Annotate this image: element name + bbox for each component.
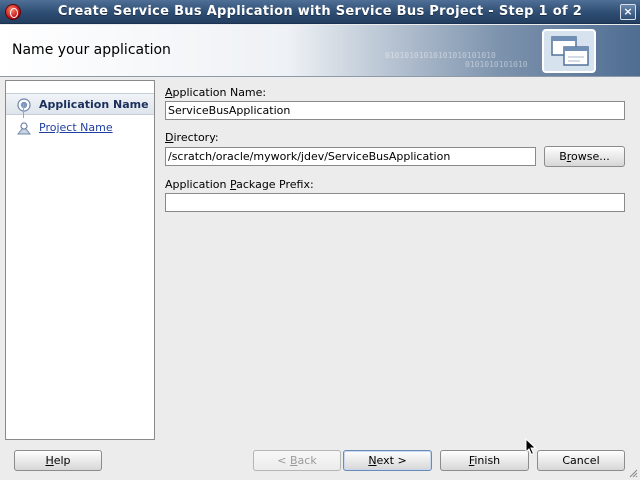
package-prefix-label: Application Package Prefix: xyxy=(165,178,314,191)
cancel-button[interactable]: Cancel xyxy=(537,450,625,471)
wizard-header: Name your application 010101010101010101… xyxy=(0,25,640,77)
directory-input[interactable] xyxy=(165,147,536,166)
browse-button[interactable]: Browse... xyxy=(544,146,625,167)
package-prefix-input[interactable] xyxy=(165,193,625,212)
nav-connector xyxy=(23,104,24,118)
nav-step-application-name[interactable]: Application Name xyxy=(6,93,154,115)
wizard-windows-icon xyxy=(542,29,596,73)
window-title: Create Service Bus Application with Serv… xyxy=(57,4,583,19)
finish-button[interactable]: Finish xyxy=(440,450,529,471)
nav-step-label[interactable]: Project Name xyxy=(39,121,113,134)
nav-step-label: Application Name xyxy=(39,98,149,111)
resize-grip-icon[interactable] xyxy=(628,468,638,478)
step-current-icon xyxy=(17,98,31,112)
app-name-label: Application Name: xyxy=(165,86,267,99)
app-name-input[interactable] xyxy=(165,101,625,120)
page-title: Name your application xyxy=(12,42,171,58)
mouse-cursor-icon xyxy=(525,438,537,456)
nav-step-project-name[interactable]: Project Name xyxy=(6,117,154,139)
help-button[interactable]: Help xyxy=(14,450,102,471)
back-button[interactable]: < Back xyxy=(253,450,341,471)
directory-label: Directory: xyxy=(165,131,219,144)
next-button[interactable]: Next > xyxy=(343,450,432,471)
title-bar: Create Service Bus Application with Serv… xyxy=(0,0,640,24)
wizard-steps-panel: Application Name Project Name xyxy=(5,80,155,440)
decorative-binary-text: 01010101010101010101010 0101010101010 xyxy=(385,51,528,69)
step-pending-icon xyxy=(17,122,31,135)
close-button[interactable]: × xyxy=(620,4,636,20)
